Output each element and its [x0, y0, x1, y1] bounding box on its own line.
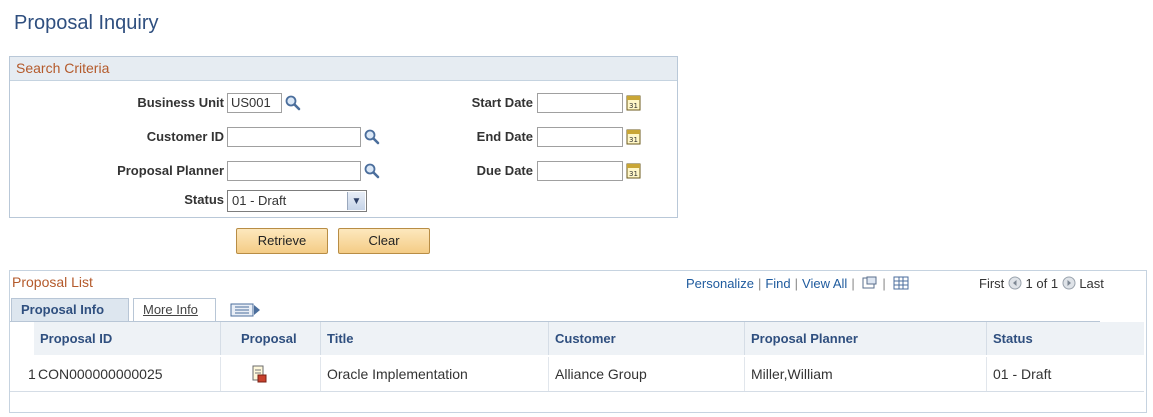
- find-link[interactable]: Find: [765, 276, 790, 291]
- status-cell: 01 - Draft: [993, 366, 1052, 382]
- proposal-id-cell: CON000000000025: [34, 357, 221, 391]
- search-criteria-header: Search Criteria: [10, 57, 677, 81]
- status-dropdown[interactable]: 01 - Draft ▼: [227, 190, 367, 212]
- status-label: Status: [184, 192, 224, 207]
- end-date-input[interactable]: [537, 127, 623, 147]
- column-header-customer: Customer: [549, 322, 745, 355]
- column-header-proposal: Proposal: [221, 322, 321, 355]
- proposal-planner-cell: Miller,William: [745, 357, 987, 391]
- row-number: 1: [28, 366, 36, 382]
- calendar-glyph-text: 31: [629, 136, 638, 144]
- proposal-planner-input[interactable]: [227, 161, 361, 181]
- grid-navigation: Personalize | Find | View All | |: [686, 276, 909, 291]
- previous-arrow-icon[interactable]: [1008, 276, 1022, 290]
- customer-id-label: Customer ID: [146, 129, 224, 144]
- due-date-label: Due Date: [476, 163, 533, 178]
- start-date-calendar-icon[interactable]: 31: [625, 94, 643, 112]
- nav-separator: |: [757, 276, 762, 291]
- end-date-calendar-icon[interactable]: 31: [625, 128, 643, 146]
- nav-separator: |: [882, 276, 886, 291]
- start-date-label: Start Date: [471, 95, 533, 110]
- spreadsheet-download-icon[interactable]: [893, 276, 909, 290]
- business-unit-label: Business Unit: [137, 95, 224, 110]
- tab-more-info[interactable]: More Info: [133, 298, 216, 322]
- customer-id-input[interactable]: [227, 127, 361, 147]
- column-header-proposal-planner: Proposal Planner: [745, 322, 987, 355]
- last-label: Last: [1079, 276, 1104, 291]
- view-all-link[interactable]: View All: [802, 276, 847, 291]
- calendar-glyph-text: 31: [629, 170, 638, 178]
- retrieve-button[interactable]: Retrieve: [236, 228, 328, 254]
- due-date-input[interactable]: [537, 161, 623, 181]
- status-selected-value: 01 - Draft: [232, 193, 287, 208]
- title-cell: Oracle Implementation: [321, 357, 549, 391]
- business-unit-lookup-icon[interactable]: [284, 94, 302, 112]
- chevron-down-icon[interactable]: ▼: [347, 192, 365, 210]
- column-header-status: Status: [987, 322, 1144, 355]
- new-window-icon[interactable]: [862, 276, 878, 290]
- start-date-input[interactable]: [537, 93, 623, 113]
- tab-proposal-info[interactable]: Proposal Info: [11, 298, 129, 322]
- personalize-link[interactable]: Personalize: [686, 276, 754, 291]
- nav-separator: |: [794, 276, 799, 291]
- proposal-planner-lookup-icon[interactable]: [363, 162, 381, 180]
- search-criteria-section: Search Criteria Business Unit US001 Cust…: [9, 56, 678, 218]
- pagination: First 1 of 1 Last: [979, 276, 1104, 291]
- proposal-list-grid: Proposal List Personalize | Find | View All |…: [9, 270, 1147, 413]
- nav-separator: |: [851, 276, 855, 291]
- due-date-calendar-icon[interactable]: 31: [625, 162, 643, 180]
- proposal-document-icon[interactable]: [250, 365, 268, 383]
- proposal-icon-cell: [221, 357, 321, 391]
- column-header-title: Title: [321, 322, 549, 355]
- end-date-label: End Date: [476, 129, 533, 144]
- customer-cell: Alliance Group: [549, 357, 745, 391]
- next-arrow-icon[interactable]: [1062, 276, 1076, 290]
- page-title: Proposal Inquiry: [14, 12, 159, 34]
- tab-more-info-label: More Info: [143, 302, 198, 317]
- show-all-columns-icon[interactable]: [230, 302, 262, 318]
- calendar-glyph-text: 31: [629, 102, 638, 110]
- proposal-planner-label: Proposal Planner: [117, 163, 224, 178]
- business-unit-input[interactable]: US001: [227, 93, 282, 113]
- grid-caption: Proposal List: [12, 274, 93, 290]
- clear-button[interactable]: Clear: [338, 228, 430, 254]
- page-range: 1 of 1: [1025, 276, 1059, 291]
- first-label: First: [979, 276, 1005, 291]
- customer-id-lookup-icon[interactable]: [363, 128, 381, 146]
- column-header-proposal-id: Proposal ID: [34, 322, 221, 355]
